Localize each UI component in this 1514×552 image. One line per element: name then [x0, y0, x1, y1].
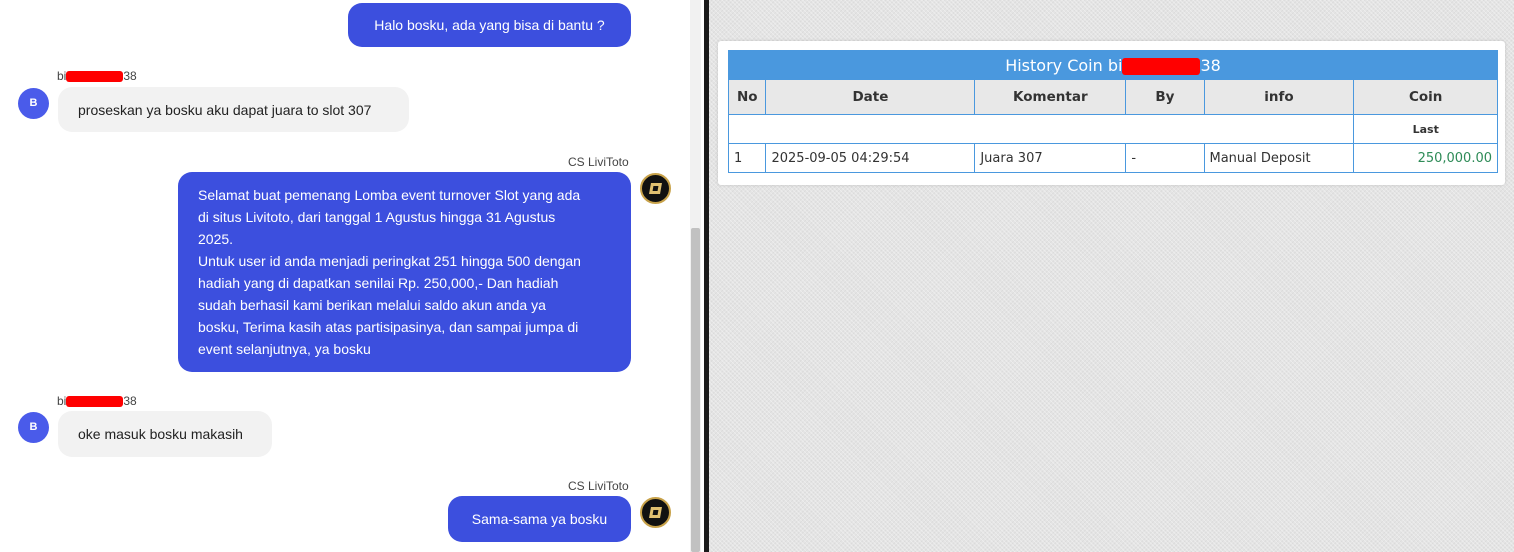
column-header-komentar: Komentar — [974, 79, 1127, 115]
table-row: 1 2025-09-05 04:29:54 Juara 307 - Manual… — [727, 143, 1498, 173]
chat-scrollbar-thumb[interactable] — [691, 228, 700, 552]
user-avatar: B — [18, 412, 49, 443]
column-header-by: By — [1125, 79, 1205, 115]
cs-avatar — [640, 173, 671, 204]
message-bubble-outgoing: Selamat buat pemenang Lomba event turnov… — [178, 172, 631, 372]
empty-cell — [727, 114, 1355, 144]
history-coin-table: History Coin bi 38 No Date Komentar By in… — [727, 50, 1498, 173]
cell-info: Manual Deposit — [1203, 143, 1355, 173]
message-bubble-incoming: proseskan ya bosku aku dapat juara to sl… — [58, 87, 409, 132]
message-bubble-incoming: oke masuk bosku makasih — [58, 411, 272, 457]
cell-komentar: Juara 307 — [974, 143, 1127, 173]
redaction-mark — [66, 71, 124, 83]
sender-name: CS LiviToto — [568, 479, 629, 493]
message-line: event selanjutnya, ya bosku — [198, 341, 371, 357]
cs-avatar — [640, 497, 671, 528]
message-line: bosku, Terima kasih atas partisipasinya,… — [198, 319, 579, 335]
redaction-mark — [1122, 57, 1201, 75]
table-title: History Coin bi 38 — [728, 50, 1498, 80]
last-label: Last — [1353, 114, 1498, 144]
livitoto-logo-icon — [649, 507, 662, 518]
column-header-info: info — [1203, 79, 1355, 115]
cell-date: 2025-09-05 04:29:54 — [765, 143, 976, 173]
message-line: hadiah yang di dapatkan senilai Rp. 250,… — [198, 275, 559, 291]
message-line: sudah berhasil kami berikan melalui sald… — [198, 297, 546, 313]
redaction-mark — [66, 396, 124, 408]
message-line: 2025. — [198, 231, 234, 247]
column-header-no: No — [727, 79, 767, 115]
message-text: proseskan ya bosku aku dapat juara to sl… — [78, 102, 372, 118]
column-header-coin: Coin — [1353, 79, 1498, 115]
user-avatar: B — [18, 88, 49, 119]
livitoto-logo-icon — [649, 183, 662, 194]
message-bubble-outgoing: Sama-sama ya bosku — [448, 496, 631, 542]
history-card: History Coin bi 38 No Date Komentar By in… — [718, 41, 1505, 185]
chat-panel: Halo bosku, ada yang bisa di bantu ? bi 3… — [0, 0, 704, 552]
message-text: oke masuk bosku makasih — [78, 426, 243, 442]
cell-no: 1 — [727, 143, 767, 173]
table-header-row: No Date Komentar By info Coin — [727, 79, 1498, 115]
message-line: di situs Livitoto, dari tanggal 1 Agustu… — [198, 209, 556, 225]
cell-coin: 250,000.00 — [1353, 143, 1498, 173]
last-summary-row: Last — [727, 114, 1498, 144]
message-text: Halo bosku, ada yang bisa di bantu ? — [374, 17, 605, 33]
message-line: Untuk user id anda menjadi peringkat 251… — [198, 253, 581, 269]
message-bubble-outgoing: Halo bosku, ada yang bisa di bantu ? — [348, 3, 631, 47]
message-line: Selamat buat pemenang Lomba event turnov… — [198, 187, 581, 203]
sender-name: bi 38 — [57, 69, 137, 83]
cell-by: - — [1125, 143, 1205, 173]
message-text: Sama-sama ya bosku — [471, 511, 608, 527]
history-panel: History Coin bi 38 No Date Komentar By in… — [709, 0, 1514, 552]
sender-name: bi 38 — [57, 394, 137, 408]
column-header-date: Date — [765, 79, 976, 115]
sender-name: CS LiviToto — [568, 155, 629, 169]
